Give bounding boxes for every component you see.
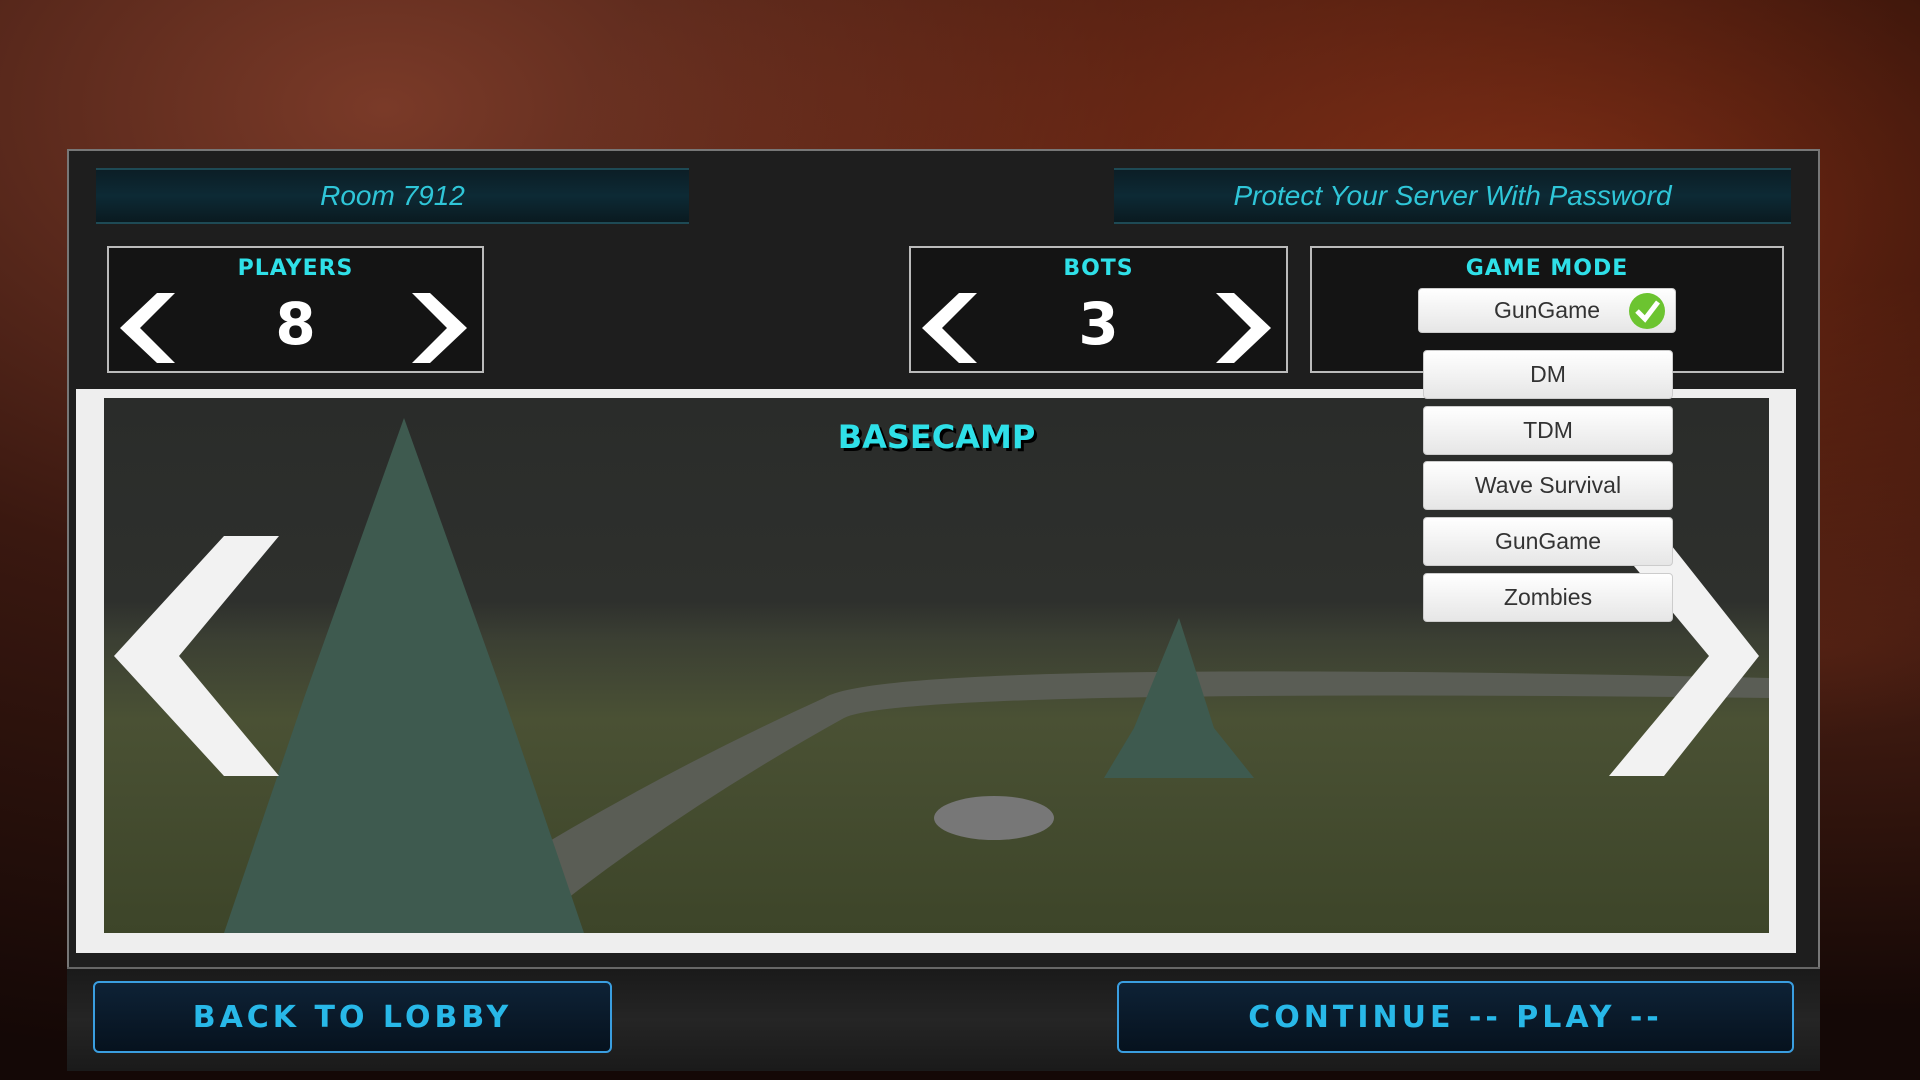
back-to-lobby-button[interactable]: BACK TO LOBBY — [93, 981, 612, 1053]
checkmark-icon — [1627, 292, 1667, 336]
players-selector: PLAYERS 8 — [107, 246, 484, 373]
game-mode-option-zombies[interactable]: Zombies — [1423, 573, 1673, 622]
password-placeholder: Protect Your Server With Password — [1233, 180, 1672, 211]
players-label: PLAYERS — [237, 256, 354, 281]
game-mode-option-tdm[interactable]: TDM — [1423, 406, 1673, 455]
room-name-text: Room 7912 — [320, 180, 465, 211]
password-input[interactable]: Protect Your Server With Password — [1114, 168, 1791, 224]
bots-increase-chevron-right-icon[interactable] — [1196, 288, 1276, 368]
bots-selector: BOTS 3 — [909, 246, 1288, 373]
players-increase-chevron-right-icon[interactable] — [392, 288, 472, 368]
game-mode-option-gungame[interactable]: GunGame — [1423, 517, 1673, 566]
room-name-input[interactable]: Room 7912 — [96, 168, 689, 224]
bots-label: BOTS — [1063, 256, 1134, 281]
game-mode-option-dm[interactable]: DM — [1423, 350, 1673, 399]
selected-mode-text: GunGame — [1493, 297, 1601, 323]
continue-play-button[interactable]: CONTINUE -- PLAY -- — [1117, 981, 1794, 1053]
previous-map-chevron-left-icon[interactable] — [114, 536, 284, 781]
game-mode-dropdown-selected[interactable]: GunGame — [1418, 288, 1676, 333]
game-mode-option-wave-survival[interactable]: Wave Survival — [1423, 461, 1673, 510]
game-mode-label: GAME MODE — [1465, 256, 1629, 281]
